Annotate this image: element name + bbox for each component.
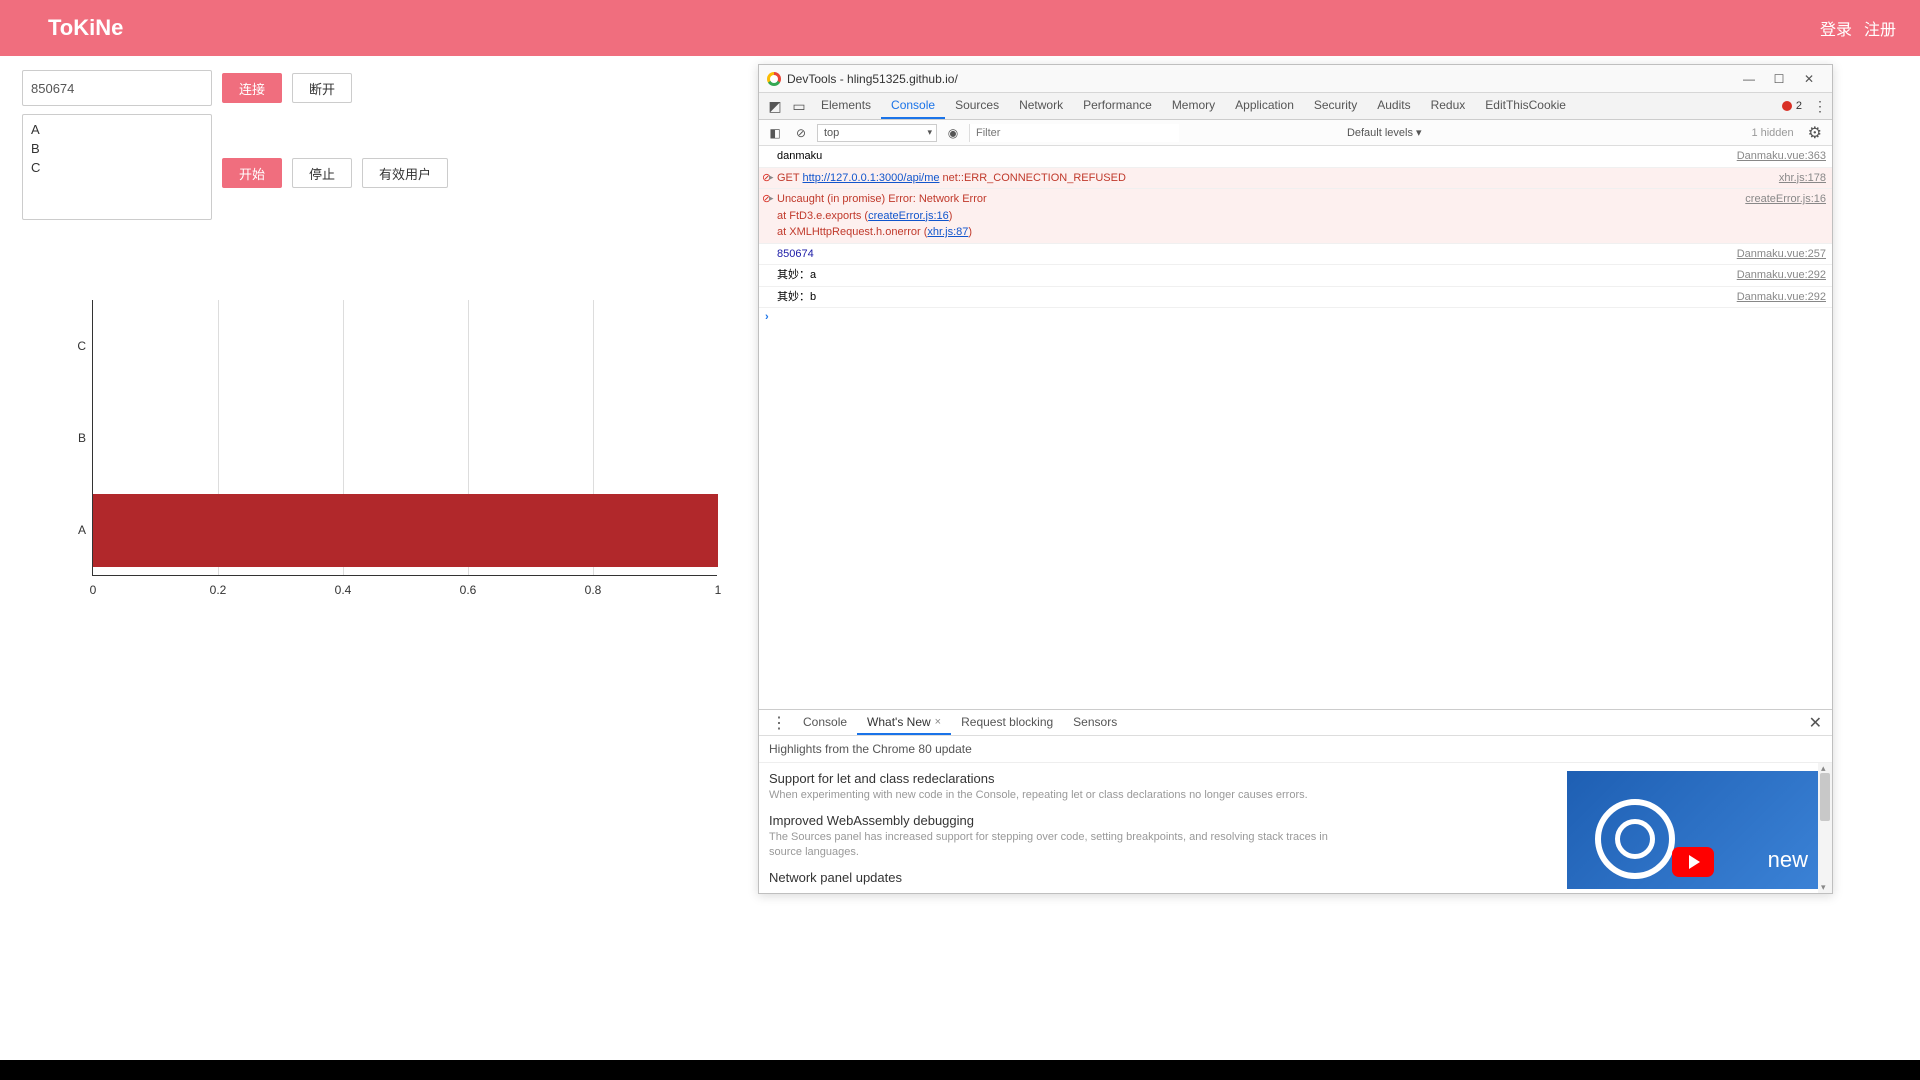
valid-users-button[interactable]: 有效用户: [362, 158, 448, 188]
x-tick: 0: [90, 583, 97, 597]
disconnect-button[interactable]: 断开: [292, 73, 352, 103]
drawer-tab-console[interactable]: Console: [793, 710, 857, 735]
console-row[interactable]: 其妙：aDanmaku.vue:292: [759, 265, 1832, 287]
source-link[interactable]: createError.js:16: [1733, 191, 1826, 241]
start-button[interactable]: 开始: [222, 158, 282, 188]
tab-close-icon[interactable]: ×: [935, 716, 941, 728]
feature-desc: When experimenting with new code in the …: [769, 788, 1329, 803]
console-filter-input[interactable]: [969, 124, 1179, 142]
x-tick: 0.6: [460, 583, 477, 597]
devtools-titlebar[interactable]: DevTools - hling51325.github.io/ — ☐ ✕: [759, 65, 1832, 93]
bar-chart: 0 0.2 0.4 0.6 0.8 1 A B C: [62, 300, 722, 600]
connect-button[interactable]: 连接: [222, 73, 282, 103]
sidebar-toggle-icon[interactable]: ◧: [765, 123, 785, 143]
context-select[interactable]: top: [817, 124, 937, 142]
tab-redux[interactable]: Redux: [1421, 93, 1476, 119]
expand-icon[interactable]: ▸: [769, 171, 774, 185]
devtools-window: DevTools - hling51325.github.io/ — ☐ ✕ ◩…: [758, 64, 1833, 894]
close-icon[interactable]: ✕: [1794, 69, 1824, 89]
console-prompt[interactable]: ›: [759, 308, 1832, 326]
console-row[interactable]: ▸Uncaught (in promise) Error: Network Er…: [759, 189, 1832, 244]
console-row[interactable]: 850674Danmaku.vue:257: [759, 244, 1832, 266]
video-new-label: new: [1768, 847, 1808, 873]
source-link[interactable]: Danmaku.vue:363: [1725, 148, 1826, 165]
drawer-tab-request-blocking[interactable]: Request blocking: [951, 710, 1063, 735]
stop-button[interactable]: 停止: [292, 158, 352, 188]
feature-item[interactable]: Improved WebAssembly debugging The Source…: [769, 813, 1555, 860]
console-row[interactable]: ▸GET http://127.0.0.1:3000/api/me net::E…: [759, 168, 1832, 190]
console-link[interactable]: createError.js:16: [868, 210, 949, 222]
console-link[interactable]: http://127.0.0.1:3000/api/me: [802, 172, 939, 184]
y-tick: A: [62, 523, 86, 537]
drawer-more-icon[interactable]: ⋮: [765, 713, 793, 733]
console-output[interactable]: danmakuDanmaku.vue:363▸GET http://127.0.…: [759, 146, 1832, 709]
prompt-chevron-icon: ›: [765, 311, 769, 323]
console-row[interactable]: danmakuDanmaku.vue:363: [759, 146, 1832, 168]
live-expr-icon[interactable]: ◉: [943, 123, 963, 143]
console-input[interactable]: [775, 311, 1826, 323]
feature-title: Support for let and class redeclarations: [769, 771, 1555, 786]
tab-application[interactable]: Application: [1225, 93, 1304, 119]
console-link[interactable]: xhr.js:87: [927, 226, 968, 238]
tab-console[interactable]: Console: [881, 93, 945, 119]
x-tick: 0.2: [210, 583, 227, 597]
drawer-subtitle: Highlights from the Chrome 80 update: [759, 736, 1832, 763]
log-levels-select[interactable]: Default levels ▾: [1347, 126, 1422, 139]
kebab-menu-icon[interactable]: ⋮: [1808, 93, 1832, 119]
source-link[interactable]: xhr.js:178: [1767, 170, 1826, 187]
inspect-icon[interactable]: ◩: [763, 93, 787, 119]
hidden-count: 1 hidden: [1751, 127, 1797, 139]
feature-title: Improved WebAssembly debugging: [769, 813, 1555, 828]
devtools-tabs: ◩ ▭ ElementsConsoleSourcesNetworkPerform…: [759, 93, 1832, 120]
tab-security[interactable]: Security: [1304, 93, 1367, 119]
tab-memory[interactable]: Memory: [1162, 93, 1225, 119]
tab-audits[interactable]: Audits: [1367, 93, 1420, 119]
drawer-tab-sensors[interactable]: Sensors: [1063, 710, 1127, 735]
feature-item[interactable]: Network panel updates: [769, 870, 1555, 885]
x-tick: 0.8: [585, 583, 602, 597]
bar-A: [93, 494, 718, 567]
room-id-input[interactable]: [22, 70, 212, 106]
console-toolbar: ◧ ⊘ top ◉ Default levels ▾ 1 hidden ⚙: [759, 120, 1832, 146]
error-dot-icon: [1782, 101, 1792, 111]
devtools-title: DevTools - hling51325.github.io/: [787, 72, 958, 86]
tab-elements[interactable]: Elements: [811, 93, 881, 119]
register-link[interactable]: 注册: [1864, 16, 1896, 40]
tab-network[interactable]: Network: [1009, 93, 1073, 119]
source-link[interactable]: Danmaku.vue:292: [1725, 289, 1826, 306]
clear-console-icon[interactable]: ⊘: [791, 123, 811, 143]
feature-title: Network panel updates: [769, 870, 1555, 885]
scrollbar-thumb[interactable]: [1820, 773, 1830, 821]
x-tick: 1: [715, 583, 722, 597]
tab-sources[interactable]: Sources: [945, 93, 1009, 119]
maximize-icon[interactable]: ☐: [1764, 69, 1794, 89]
y-tick: B: [62, 431, 86, 445]
error-count-badge[interactable]: 2: [1782, 93, 1808, 119]
tab-performance[interactable]: Performance: [1073, 93, 1162, 119]
drawer-tabs: ⋮ ConsoleWhat's New×Request blockingSens…: [759, 710, 1832, 736]
log-textarea[interactable]: A B C: [22, 114, 212, 220]
source-link[interactable]: Danmaku.vue:257: [1725, 246, 1826, 263]
login-link[interactable]: 登录: [1820, 16, 1852, 40]
chrome-icon: [767, 72, 781, 86]
play-icon[interactable]: [1672, 847, 1714, 877]
drawer-tab-what-s-new[interactable]: What's New×: [857, 710, 951, 735]
feature-desc: The Sources panel has increased support …: [769, 830, 1329, 860]
drawer-scrollbar[interactable]: ▴ ▾: [1818, 763, 1832, 893]
tab-editthiscookie[interactable]: EditThisCookie: [1475, 93, 1576, 119]
whatsnew-video-thumb[interactable]: new: [1567, 771, 1822, 889]
feature-item[interactable]: Support for let and class redeclarations…: [769, 771, 1555, 803]
device-icon[interactable]: ▭: [787, 93, 811, 119]
expand-icon[interactable]: ▸: [769, 192, 774, 206]
y-tick: C: [62, 339, 86, 353]
minimize-icon[interactable]: —: [1734, 69, 1764, 89]
devtools-drawer: ⋮ ConsoleWhat's New×Request blockingSens…: [759, 709, 1832, 893]
console-row[interactable]: 其妙：bDanmaku.vue:292: [759, 287, 1832, 309]
drawer-close-icon[interactable]: ✕: [1805, 713, 1826, 733]
brand-logo[interactable]: ToKiNe: [48, 15, 123, 41]
x-tick: 0.4: [335, 583, 352, 597]
console-settings-icon[interactable]: ⚙: [1804, 123, 1826, 143]
top-navbar: ToKiNe 登录 注册: [0, 0, 1920, 56]
source-link[interactable]: Danmaku.vue:292: [1725, 267, 1826, 284]
